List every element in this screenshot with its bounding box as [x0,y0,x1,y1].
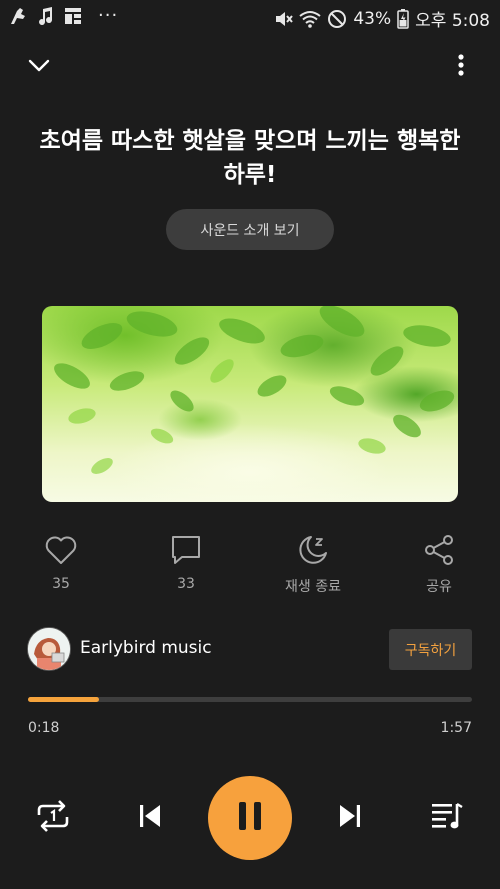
share-icon [389,534,489,566]
playlist-icon [429,800,465,836]
avatar-illustration [28,628,70,670]
sleep-timer-label: 재생 종료 [285,579,341,595]
collapse-player-button[interactable] [24,50,54,80]
sleep-timer-button[interactable]: 재생 종료 [263,534,363,596]
more-vertical-icon [446,54,476,84]
comment-button[interactable]: 33 [136,534,236,592]
cover-image [42,306,458,502]
channel-avatar[interactable] [27,627,71,671]
pause-icon [235,799,265,837]
sleep-timer-icon [263,534,363,566]
share-label: 공유 [426,579,452,595]
heart-icon [11,534,111,566]
previous-icon [135,801,165,835]
status-right: 43% 오후 5:08 [273,6,490,31]
progress-fill [28,697,100,702]
comment-icon [136,534,236,566]
total-duration: 1:57 [440,720,472,736]
leaves-illustration [54,306,455,474]
elapsed-time: 0:18 [28,720,60,736]
channel-name[interactable]: Earlybird music [80,638,212,658]
status-left: ··· [8,6,118,26]
pause-button[interactable] [208,776,292,860]
sound-intro-button[interactable]: 사운드 소개 보기 [166,209,334,250]
chevron-down-icon [24,59,54,84]
playlist-button[interactable] [425,796,469,840]
grid-icon [64,7,82,25]
battery-icon [397,8,409,29]
do-not-disturb-icon [327,9,347,29]
track-title: 초여름 따스한 햇살을 맞으며 느끼는 행복한 하루! [39,128,461,188]
subscribe-button[interactable]: 구독하기 [389,629,472,670]
repeat-one-icon [35,799,71,837]
battery-percent: 43% [353,8,392,29]
like-button[interactable]: 35 [11,534,111,592]
progress-bar[interactable] [28,697,472,702]
mute-icon [273,9,294,29]
more-options-button[interactable] [446,50,476,80]
music-note-icon [38,6,54,26]
wifi-icon [299,10,321,28]
repeat-button[interactable] [31,796,75,840]
share-button[interactable]: 공유 [389,534,489,596]
next-button[interactable] [328,796,372,840]
like-count: 35 [52,576,70,592]
clock: 오후 5:08 [415,11,490,31]
next-icon [335,801,365,835]
previous-button[interactable] [128,796,172,840]
headphone-app-icon [8,6,28,26]
comment-count: 33 [177,576,195,592]
status-bar: ··· 43% 오후 5:08 [0,0,500,36]
overflow-dots: ··· [98,5,119,26]
